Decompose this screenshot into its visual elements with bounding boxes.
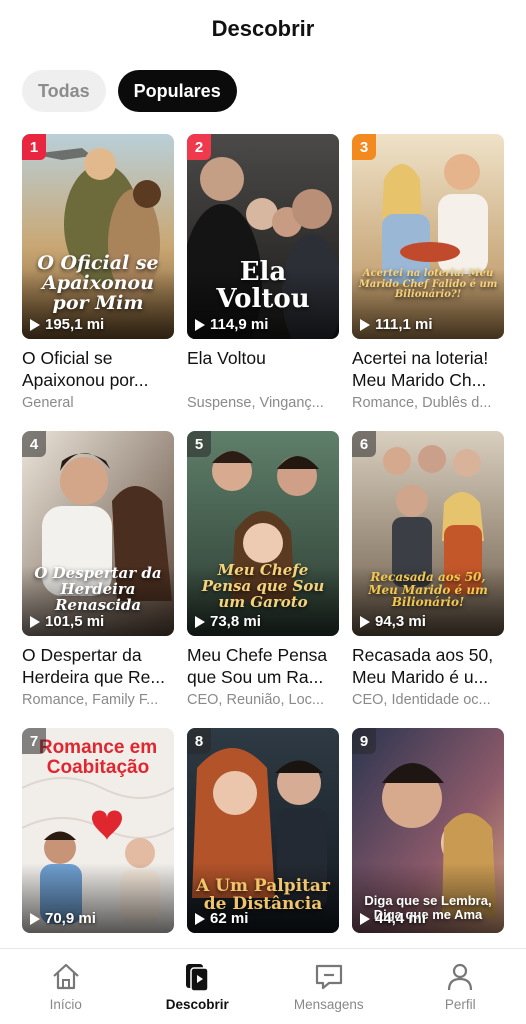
- home-icon: [53, 963, 79, 990]
- drama-poster[interactable]: Acertei na loteria! Meu Marido Chef Fali…: [352, 134, 504, 339]
- drama-poster[interactable]: Meu Chefe Pensa que Sou um Garoto 5 73,8…: [187, 431, 339, 636]
- poster-title: Romance em Coabitação: [38, 737, 158, 778]
- rank-badge: 1: [22, 134, 46, 160]
- view-count-text: 94,3 mi: [375, 613, 426, 630]
- drama-card[interactable]: O Oficial se Apaixonou por Mim 1 195,1 m…: [22, 134, 174, 411]
- view-count-text: 73,8 mi: [210, 613, 261, 630]
- drama-card[interactable]: A Um Palpitar de Distância 8 62 mi: [187, 728, 339, 933]
- poster-title: O Despertar da Herdeira Renascida: [34, 564, 162, 614]
- view-count: 195,1 mi: [30, 316, 104, 333]
- view-count: 70,9 mi: [30, 910, 96, 927]
- drama-card[interactable]: Ela Voltou 2 114,9 mi Ela Voltou Suspens…: [187, 134, 339, 411]
- tab-todas[interactable]: Todas: [22, 70, 106, 112]
- drama-card[interactable]: Acertei na loteria! Meu Marido Chef Fali…: [352, 134, 504, 411]
- rank-badge: 5: [187, 431, 211, 457]
- drama-title[interactable]: Acertei na loteria! Meu Marido Ch...: [352, 347, 504, 391]
- nav-perfil[interactable]: Perfil: [405, 961, 515, 1012]
- view-count-text: 70,9 mi: [45, 910, 96, 927]
- view-count: 111,1 mi: [360, 316, 433, 333]
- nav-descobrir[interactable]: Descobrir: [142, 961, 252, 1012]
- view-count-text: 114,9 mi: [210, 316, 269, 333]
- page-title: Descobrir: [211, 16, 315, 41]
- drama-title[interactable]: Meu Chefe Pensa que Sou um Ra...: [187, 644, 339, 688]
- play-icon: [195, 912, 205, 925]
- poster-title: O Oficial se Apaixonou por Mim: [37, 252, 159, 314]
- rank-badge: 4: [22, 431, 46, 457]
- drama-poster[interactable]: Recasada aos 50, Meu Marido é um Bilioná…: [352, 431, 504, 636]
- poster-title: Recasada aos 50, Meu Marido é um Bilioná…: [368, 570, 488, 610]
- rank-badge: 9: [352, 728, 376, 754]
- rank-badge: 8: [187, 728, 211, 754]
- view-count-text: 62 mi: [210, 910, 249, 927]
- drama-card[interactable]: Recasada aos 50, Meu Marido é um Bilioná…: [352, 431, 504, 708]
- poster-title: Meu Chefe Pensa que Sou um Garoto: [201, 561, 325, 611]
- view-count: 44,4 mi: [360, 910, 426, 927]
- drama-poster[interactable]: O Despertar da Herdeira Renascida 4 101,…: [22, 431, 174, 636]
- nav-label: Início: [49, 997, 82, 1012]
- rank-badge: 2: [187, 134, 211, 160]
- view-count-text: 101,5 mi: [45, 613, 105, 630]
- nav-label: Mensagens: [293, 997, 364, 1012]
- drama-genre: Suspense, Vinganç...: [187, 395, 324, 411]
- view-count: 73,8 mi: [195, 613, 261, 630]
- drama-card[interactable]: Meu Chefe Pensa que Sou um Garoto 5 73,8…: [187, 431, 339, 708]
- drama-genre: Romance, Dublês d...: [352, 395, 492, 411]
- play-icon: [195, 615, 205, 628]
- play-icon: [30, 615, 40, 628]
- play-icon: [360, 912, 370, 925]
- poster-title: Ela Voltou: [216, 257, 310, 315]
- play-icon: [195, 318, 205, 331]
- rank-badge: 7: [22, 728, 46, 754]
- drama-genre: CEO, Reunião, Loc...: [187, 692, 325, 708]
- play-icon: [30, 318, 40, 331]
- play-icon: [360, 318, 370, 331]
- drama-poster[interactable]: O Oficial se Apaixonou por Mim 1 195,1 m…: [22, 134, 174, 339]
- discover-icon: [186, 964, 209, 992]
- drama-card[interactable]: Diga que se Lembra, Diga que me Ama 9 44…: [352, 728, 504, 933]
- rank-badge: 6: [352, 431, 376, 457]
- drama-genre: Romance, Family F...: [22, 692, 159, 708]
- drama-poster[interactable]: Diga que se Lembra, Diga que me Ama 9 44…: [352, 728, 504, 933]
- drama-title[interactable]: O Despertar da Herdeira que Re...: [22, 644, 174, 688]
- play-icon: [30, 912, 40, 925]
- drama-title[interactable]: O Oficial se Apaixonou por...: [22, 347, 174, 391]
- poster-title: A Um Palpitar de Distância: [196, 876, 330, 914]
- drama-card[interactable]: O Despertar da Herdeira Renascida 4 101,…: [22, 431, 174, 708]
- drama-card[interactable]: Romance em Coabitação 7 70,9 mi: [22, 728, 174, 933]
- drama-genre: CEO, Identidade oc...: [352, 692, 491, 708]
- message-icon: [315, 964, 342, 990]
- poster-title: Acertei na loteria! Meu Marido Chef Fali…: [358, 268, 498, 300]
- profile-icon: [448, 963, 473, 991]
- nav-inicio[interactable]: Início: [11, 961, 121, 1012]
- bottom-nav: Início Descobrir Mensagens Perfil: [0, 948, 526, 1024]
- view-count: 101,5 mi: [30, 613, 104, 630]
- drama-poster[interactable]: Ela Voltou 2 114,9 mi: [187, 134, 339, 339]
- view-count: 62 mi: [195, 910, 248, 927]
- drama-genre: General: [22, 395, 74, 411]
- view-count: 114,9 mi: [195, 316, 268, 333]
- nav-mensagens[interactable]: Mensagens: [274, 961, 384, 1012]
- drama-poster[interactable]: A Um Palpitar de Distância 8 62 mi: [187, 728, 339, 933]
- nav-label: Descobrir: [165, 997, 229, 1012]
- nav-label: Perfil: [444, 997, 476, 1012]
- filter-tabs: Todas Populares: [0, 58, 526, 124]
- view-count-text: 195,1 mi: [45, 316, 105, 333]
- view-count: 94,3 mi: [360, 613, 426, 630]
- view-count-text: 111,1 mi: [375, 316, 433, 333]
- tab-populares[interactable]: Populares: [117, 70, 237, 112]
- drama-title[interactable]: Recasada aos 50, Meu Marido é u...: [352, 644, 504, 688]
- drama-poster[interactable]: Romance em Coabitação 7 70,9 mi: [22, 728, 174, 933]
- view-count-text: 44,4 mi: [375, 910, 426, 927]
- rank-badge: 3: [352, 134, 376, 160]
- header: Descobrir: [0, 0, 526, 58]
- drama-title[interactable]: Ela Voltou: [187, 347, 339, 369]
- play-icon: [360, 615, 370, 628]
- drama-grid: O Oficial se Apaixonou por Mim 1 195,1 m…: [22, 134, 506, 933]
